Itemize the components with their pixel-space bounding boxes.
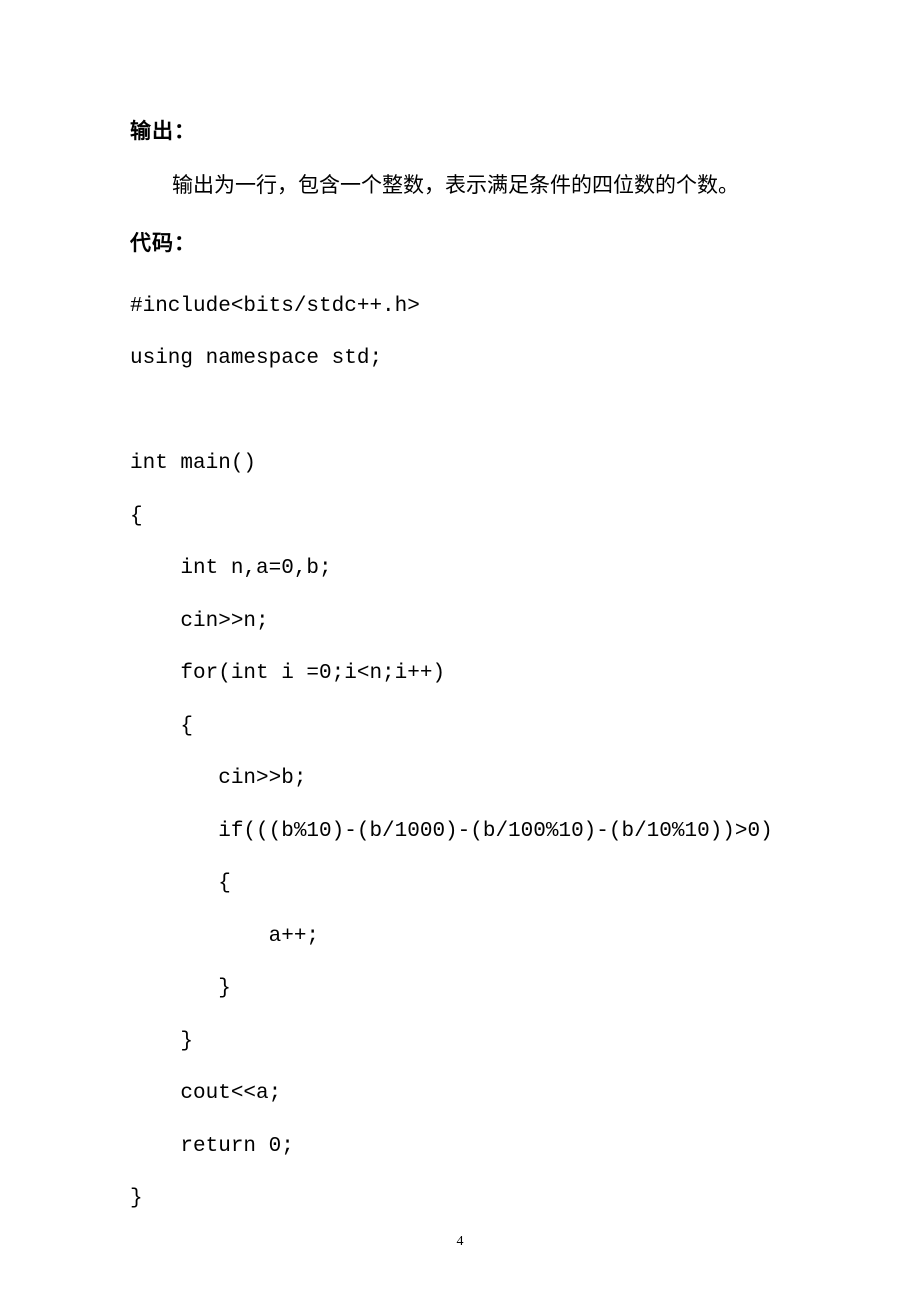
code-line: }	[130, 977, 231, 1000]
code-line: int n,a=0,b;	[130, 557, 332, 580]
code-line: for(int i =0;i<n;i++)	[130, 662, 445, 685]
code-line: }	[130, 1030, 193, 1053]
code-line: cin>>n;	[130, 610, 269, 633]
code-line: using namespace std;	[130, 347, 382, 370]
code-line: {	[130, 505, 143, 528]
code-block: #include<bits/stdc++.h> using namespace …	[130, 281, 790, 1226]
code-line: return 0;	[130, 1135, 294, 1158]
code-line: {	[130, 715, 193, 738]
code-line: }	[130, 1187, 143, 1210]
output-heading: 输出：	[130, 115, 790, 145]
document-page: 输出： 输出为一行，包含一个整数，表示满足条件的四位数的个数。 代码： #inc…	[0, 0, 920, 1302]
code-line: if(((b%10)-(b/1000)-(b/100%10)-(b/10%10)…	[130, 820, 773, 843]
code-line: #include<bits/stdc++.h>	[130, 295, 420, 318]
output-description: 输出为一行，包含一个整数，表示满足条件的四位数的个数。	[130, 169, 790, 203]
code-line: a++;	[130, 925, 319, 948]
page-number: 4	[0, 1234, 920, 1250]
code-line: {	[130, 872, 231, 895]
code-line: int main()	[130, 452, 256, 475]
code-line: cin>>b;	[130, 767, 306, 790]
code-line: cout<<a;	[130, 1082, 281, 1105]
code-heading: 代码：	[130, 227, 790, 257]
